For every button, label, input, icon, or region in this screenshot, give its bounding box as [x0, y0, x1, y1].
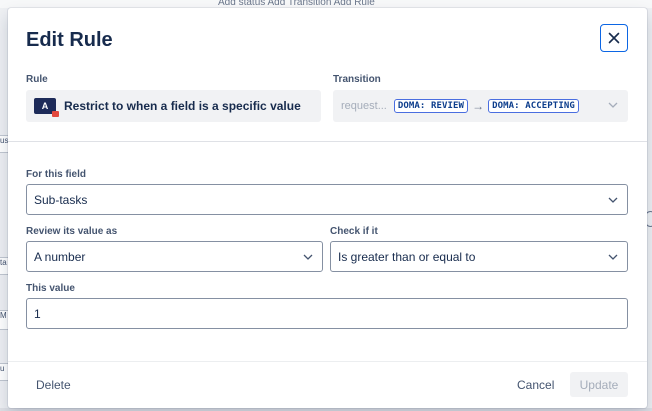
transition-placeholder: request...: [341, 100, 387, 112]
close-button[interactable]: [600, 24, 628, 52]
field-value-rule-icon: A: [34, 98, 59, 117]
rule-display: A Restrict to when a field is a specific…: [26, 90, 321, 122]
chevron-down-icon: [608, 102, 618, 108]
field-select-value: Sub-tasks: [34, 192, 88, 207]
review-as-label: Review its value as: [26, 226, 118, 237]
arrow-right-icon: →: [472, 99, 485, 113]
rule-name: Restrict to when a field is a specific v…: [64, 99, 301, 113]
chevron-down-icon: [608, 254, 618, 260]
this-value-text: 1: [34, 306, 41, 321]
this-value-input[interactable]: 1: [26, 298, 628, 329]
cancel-button[interactable]: Cancel: [517, 378, 554, 392]
chevron-down-icon: [608, 197, 618, 203]
background-toolbar: Add status Add Transition Add Rule: [0, 0, 652, 8]
section-divider: [8, 141, 647, 142]
rule-label: Rule: [26, 74, 48, 85]
transition-select[interactable]: request... DOMA: REVIEW → DOMA: ACCEPTIN…: [333, 90, 628, 122]
transition-label: Transition: [333, 74, 381, 85]
review-as-value: A number: [34, 249, 86, 264]
delete-button[interactable]: Delete: [36, 378, 71, 392]
check-if-select[interactable]: Is greater than or equal to: [330, 241, 628, 272]
background-toolbar-text: Add status Add Transition Add Rule: [218, 0, 375, 8]
status-lozenge-to: DOMA: ACCEPTING: [488, 99, 579, 113]
check-if-value: Is greater than or equal to: [338, 249, 476, 264]
review-as-select[interactable]: A number: [26, 241, 323, 272]
chevron-down-icon: [303, 254, 313, 260]
dialog-title: Edit Rule: [26, 29, 113, 51]
update-button[interactable]: Update: [570, 372, 628, 397]
lock-badge-icon: [52, 111, 59, 117]
status-lozenge-from: DOMA: REVIEW: [393, 99, 469, 113]
close-icon: [608, 32, 620, 44]
field-select[interactable]: Sub-tasks: [26, 184, 628, 215]
edit-rule-dialog: Edit Rule Rule A Restrict to when a fiel…: [8, 8, 647, 408]
check-if-label: Check if it: [330, 226, 378, 237]
field-label: For this field: [26, 169, 86, 180]
footer-divider: [8, 361, 647, 362]
this-value-label: This value: [26, 283, 75, 294]
